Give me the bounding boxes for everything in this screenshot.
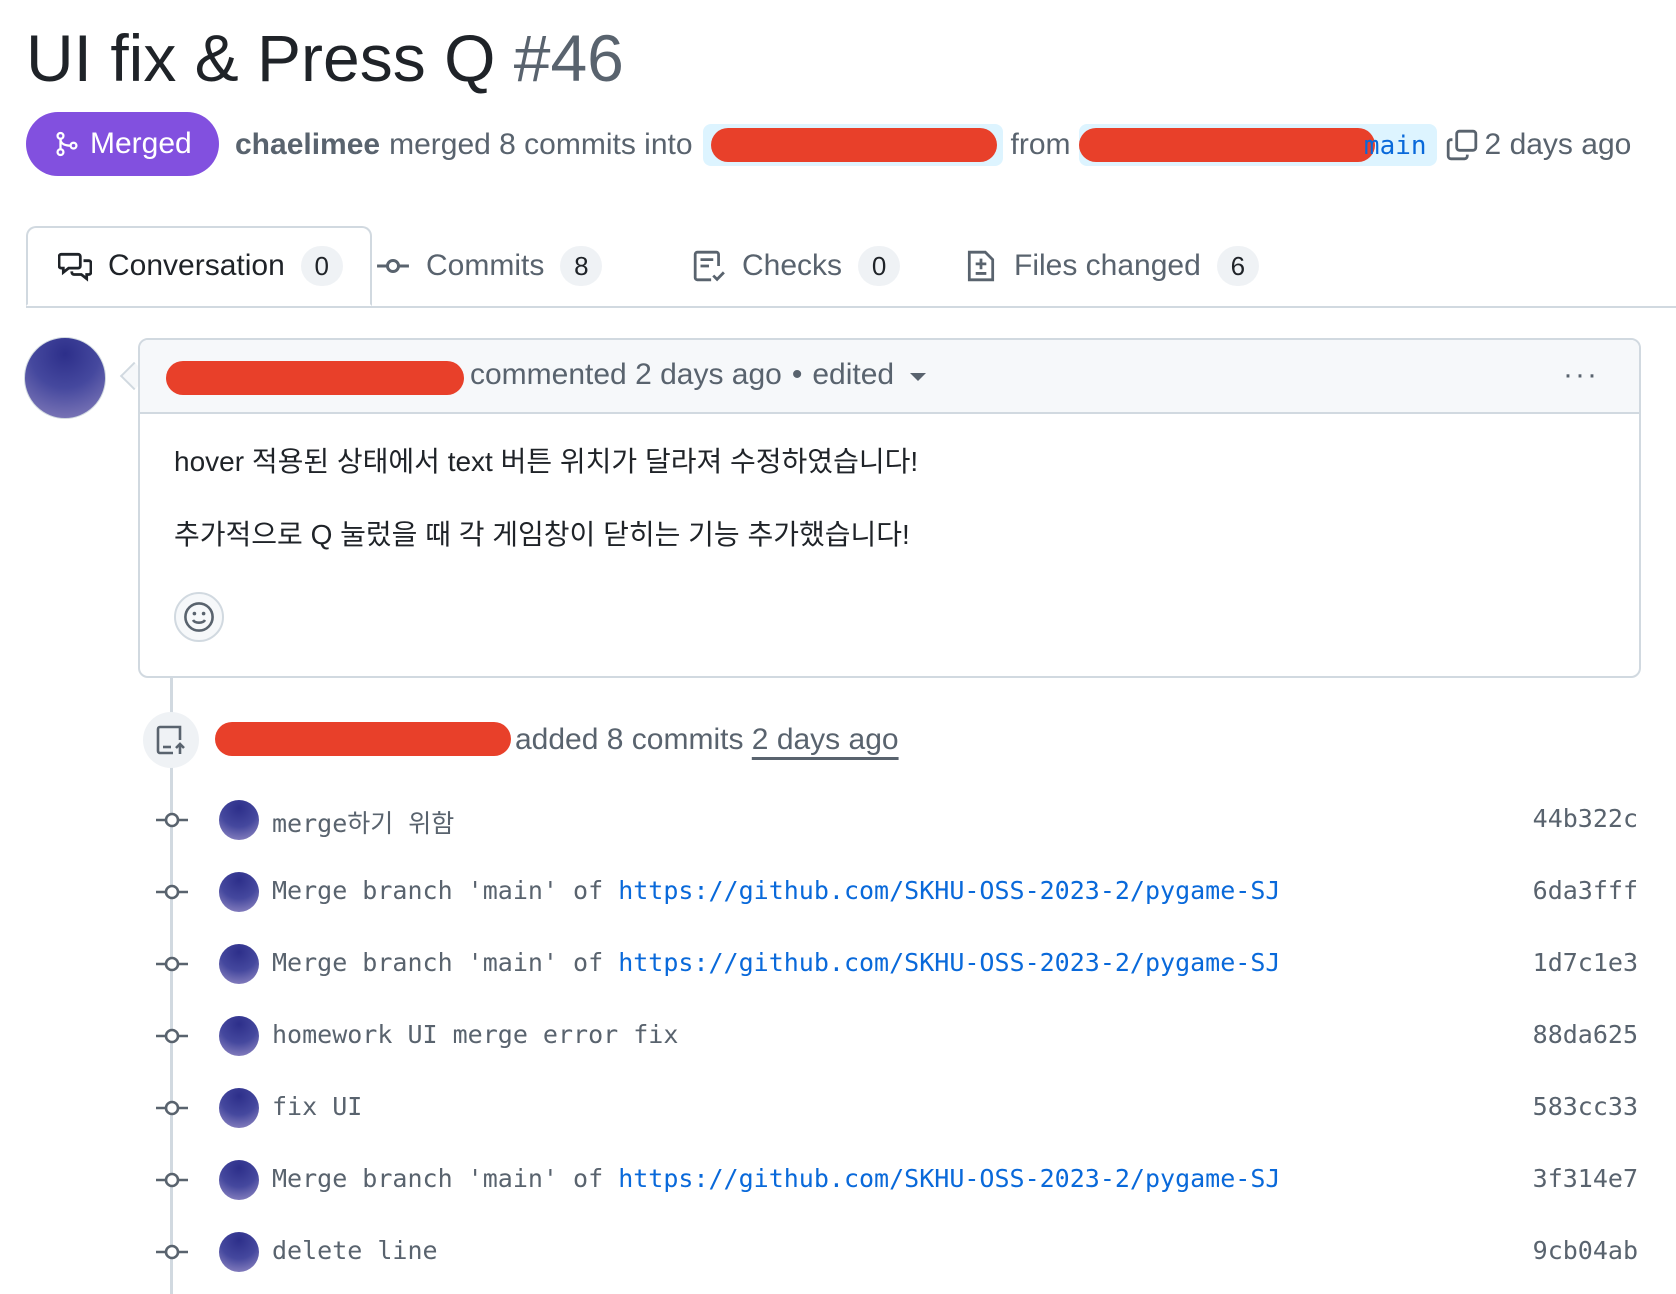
git-merge-icon — [56, 131, 78, 157]
add-reaction-button[interactable] — [174, 592, 224, 642]
commit-sha-link[interactable]: 3f314e7 — [1533, 1164, 1638, 1193]
tab-count: 0 — [858, 246, 901, 286]
git-commit-icon — [156, 812, 188, 828]
redaction-bar — [166, 361, 464, 395]
pr-number: #46 — [513, 21, 624, 95]
git-commit-icon — [156, 956, 188, 972]
author-link[interactable]: chaelimee — [235, 128, 380, 162]
commit-row: Merge branch 'main' of https://github.co… — [0, 1156, 1676, 1206]
pr-tabs: Conversation 0 Commits 8 Checks 0 Files … — [26, 226, 1676, 308]
commit-message[interactable]: fix UI — [272, 1092, 362, 1121]
commit-message[interactable]: delete line — [272, 1236, 438, 1265]
pr-title-text: UI fix & Press Q — [26, 21, 496, 95]
comment-time: commented 2 days ago — [470, 358, 782, 391]
merged-state-badge: Merged — [26, 112, 219, 176]
commit-message-text: Merge branch 'main' of — [272, 876, 619, 905]
pr-title: UI fix & Press Q #46 — [26, 18, 624, 98]
file-diff-icon — [967, 250, 995, 282]
kebab-menu-icon[interactable]: ··· — [1563, 358, 1599, 392]
avatar[interactable] — [219, 944, 259, 984]
commit-message-text: Merge branch 'main' of — [272, 948, 619, 977]
git-commit-icon — [377, 258, 409, 274]
tab-label: Files changed — [1014, 249, 1201, 282]
avatar[interactable] — [219, 1232, 259, 1272]
comment-line-2: 추가적으로 Q 눌렀을 때 각 게임창이 닫히는 기능 추가했습니다! — [174, 519, 910, 550]
smiley-icon — [184, 602, 214, 632]
avatar[interactable] — [219, 872, 259, 912]
commit-sha-link[interactable]: 583cc33 — [1533, 1092, 1638, 1121]
commit-row: fix UI 583cc33 — [0, 1084, 1676, 1134]
commit-message-text: homework UI merge error fix — [272, 1020, 679, 1049]
tab-count: 0 — [300, 246, 343, 286]
base-branch[interactable] — [702, 124, 1003, 166]
commit-message[interactable]: Merge branch 'main' of https://github.co… — [272, 1164, 1280, 1193]
commit-sha-link[interactable]: 9cb04ab — [1533, 1236, 1638, 1265]
checklist-icon — [693, 250, 725, 282]
commit-sha-link[interactable]: 88da625 — [1533, 1020, 1638, 1049]
commit-message-text: Merge branch 'main' of — [272, 1164, 619, 1193]
tab-checks[interactable]: Checks 0 — [692, 226, 901, 306]
comment-header: commented 2 days ago • edited ··· — [140, 340, 1639, 414]
push-event-text: added 8 commits 2 days ago — [515, 718, 899, 762]
commit-repo-link[interactable]: https://github.com/SKHU-OSS-2023-2/pygam… — [618, 948, 1280, 977]
tab-commits[interactable]: Commits 8 — [376, 226, 603, 306]
tab-label: Commits — [426, 249, 545, 282]
avatar[interactable] — [219, 1088, 259, 1128]
commit-message-text: merge하기 위함 — [272, 809, 455, 838]
avatar[interactable] — [219, 1160, 259, 1200]
from-text: from — [1010, 128, 1071, 161]
repo-push-icon — [156, 725, 185, 755]
avatar[interactable] — [219, 800, 259, 840]
commit-message-text: delete line — [272, 1236, 438, 1265]
merge-time: 2 days ago — [1484, 128, 1632, 161]
redaction-bar — [1078, 128, 1375, 162]
tab-count: 8 — [560, 246, 603, 286]
commit-sha-link[interactable]: 44b322c — [1533, 804, 1638, 833]
comment-discussion-icon — [58, 252, 92, 282]
commit-message[interactable]: merge하기 위함 — [272, 804, 454, 840]
commit-row: Merge branch 'main' of https://github.co… — [0, 868, 1676, 918]
commit-row: delete line 9cb04ab — [0, 1228, 1676, 1278]
comment-meta: commented 2 days ago • edited — [470, 358, 927, 392]
commit-message-text: fix UI — [272, 1092, 363, 1121]
author-avatar[interactable] — [24, 337, 106, 419]
tab-count: 6 — [1216, 246, 1259, 286]
commit-sha-link[interactable]: 6da3fff — [1533, 876, 1638, 905]
redaction-bar — [710, 128, 997, 162]
commit-repo-link[interactable]: https://github.com/SKHU-OSS-2023-2/pygam… — [618, 876, 1280, 905]
redaction-bar — [215, 722, 511, 756]
git-commit-icon — [156, 1244, 188, 1260]
chevron-down-icon[interactable] — [910, 373, 927, 381]
head-branch[interactable]: main — [1078, 124, 1437, 166]
commit-row: Merge branch 'main' of https://github.co… — [0, 940, 1676, 990]
tab-label: Checks — [742, 249, 843, 282]
copy-icon[interactable] — [1445, 128, 1479, 162]
commit-row: homework UI merge error fix 88da625 — [0, 1012, 1676, 1062]
comment-line-1: hover 적용된 상태에서 text 버튼 위치가 달라져 수정하였습니다! — [174, 446, 919, 477]
push-summary: added 8 commits — [515, 723, 744, 756]
tab-files-changed[interactable]: Files changed 6 — [964, 226, 1259, 306]
avatar[interactable] — [219, 1016, 259, 1056]
commit-message[interactable]: homework UI merge error fix — [272, 1020, 678, 1049]
commit-sha-link[interactable]: 1d7c1e3 — [1533, 948, 1638, 977]
commit-message[interactable]: Merge branch 'main' of https://github.co… — [272, 948, 1280, 977]
pr-description-comment: commented 2 days ago • edited ··· hover … — [138, 338, 1641, 678]
git-commit-icon — [156, 1028, 188, 1044]
git-commit-icon — [156, 884, 188, 900]
git-commit-icon — [156, 1100, 188, 1116]
commit-repo-link[interactable]: https://github.com/SKHU-OSS-2023-2/pygam… — [618, 1164, 1280, 1193]
tab-label: Conversation — [108, 249, 285, 282]
push-event-badge — [143, 712, 199, 768]
separator: • — [791, 358, 803, 391]
pr-meta: chaelimee merged 8 commits into from mai… — [235, 122, 1631, 168]
commit-message[interactable]: Merge branch 'main' of https://github.co… — [272, 876, 1280, 905]
state-label: Merged — [90, 127, 192, 160]
commit-row: merge하기 위함 44b322c — [0, 796, 1676, 846]
push-time-link[interactable]: 2 days ago — [752, 723, 899, 756]
edited-dropdown[interactable]: edited — [812, 358, 894, 392]
head-branch-tail: main — [1363, 131, 1427, 161]
git-commit-icon — [156, 1172, 188, 1188]
merge-text: merged 8 commits into — [389, 128, 693, 161]
tab-conversation[interactable]: Conversation 0 — [26, 226, 372, 306]
